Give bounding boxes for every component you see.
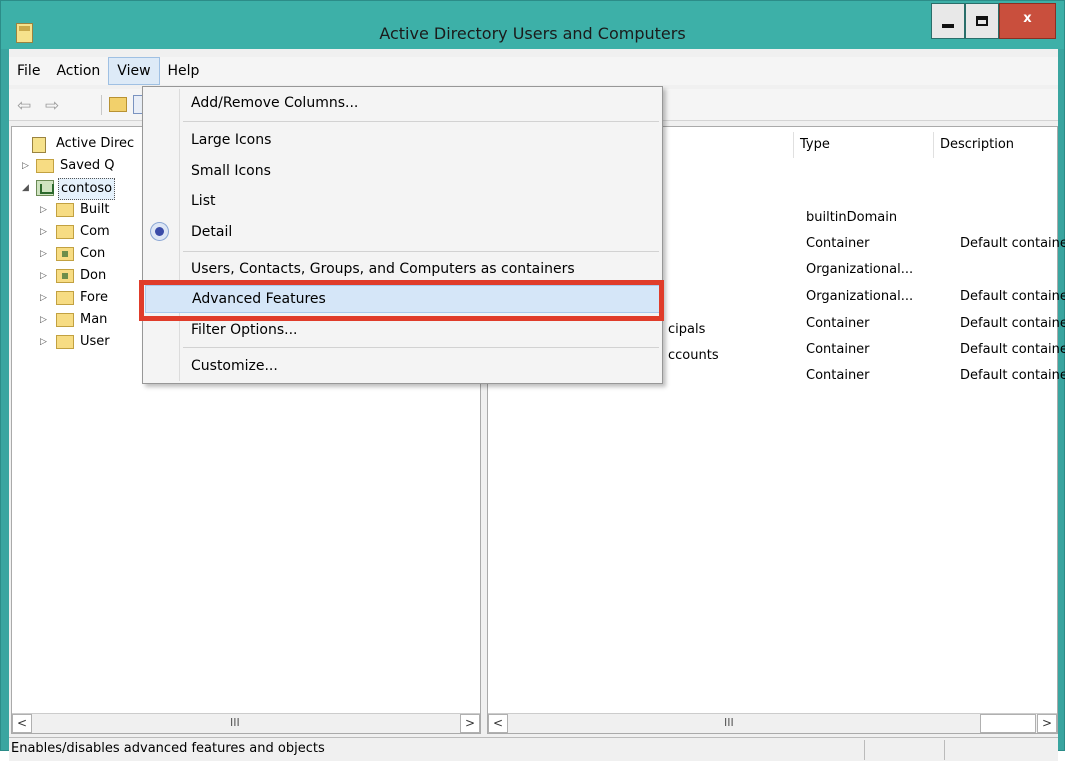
column-header-description[interactable]: Description [933,132,1057,158]
details-horizontal-scrollbar[interactable]: < III > [488,713,1057,733]
tree-root-label: Active Direc [56,136,135,151]
title-bar[interactable]: Active Directory Users and Computers x [1,1,1064,49]
menu-separator [183,121,659,122]
tree-item-label: Com [80,224,110,239]
menu-help[interactable]: Help [160,57,208,85]
status-bar: Enables/disables advanced features and o… [9,737,1058,761]
folder-icon [36,159,54,173]
scroll-right-button[interactable]: > [460,714,480,733]
tree-item-label: Saved Q [60,158,115,173]
row-name: cipals [668,322,706,337]
scrollbar-thumb[interactable] [980,714,1036,733]
row-type: Container [806,236,870,251]
menu-item-large-icons[interactable]: Large Icons [145,126,660,154]
row-description: Default containe [960,368,1065,383]
column-header-type[interactable]: Type [793,132,933,158]
callout-highlight-box [139,280,664,321]
maximize-icon [976,16,988,26]
menu-view[interactable]: View [108,57,160,85]
row-type: Container [806,368,870,383]
expand-icon[interactable]: ▷ [40,199,50,221]
tree-item-label: Built [80,202,110,217]
menu-separator [183,347,659,348]
folder-icon [56,225,74,239]
menu-separator [183,251,659,252]
tree-item-label: Man [80,312,108,327]
minimize-button[interactable] [931,3,965,39]
folder-icon [56,335,74,349]
row-type: builtinDomain [806,210,898,225]
folder-icon [56,203,74,217]
back-arrow-icon[interactable]: ⇦ [17,96,31,116]
close-icon: x [1023,10,1032,26]
folder-icon [56,313,74,327]
scrollbar-grip[interactable]: III [724,716,734,729]
menu-item-detail[interactable]: Detail [145,218,660,246]
row-description: Default containe [960,236,1065,251]
tree-item-label: contoso [58,178,116,200]
expand-icon[interactable]: ▷ [40,221,50,243]
snapin-icon [32,137,46,153]
menu-item-users-as-containers[interactable]: Users, Contacts, Groups, and Computers a… [145,255,660,283]
menu-item-list[interactable]: List [145,187,660,215]
toolbar-separator [101,95,102,115]
scroll-left-button[interactable]: < [488,714,508,733]
menu-item-small-icons[interactable]: Small Icons [145,157,660,185]
window-title: Active Directory Users and Computers [379,24,686,43]
maximize-button[interactable] [965,3,999,39]
expand-icon[interactable]: ▷ [40,309,50,331]
expand-icon[interactable]: ▷ [40,287,50,309]
row-type: Organizational... [806,289,914,304]
status-divider [864,740,865,760]
domain-icon [36,180,54,196]
row-name: ccounts [668,348,719,363]
expand-icon[interactable]: ▷ [40,331,50,353]
menu-action[interactable]: Action [48,57,108,85]
row-type: Organizational... [806,262,914,277]
forward-arrow-icon[interactable]: ⇨ [45,96,59,116]
tree-item-label: User [80,334,110,349]
close-button[interactable]: x [999,3,1056,39]
view-menu-dropdown: Add/Remove Columns... Large Icons Small … [142,86,663,384]
folder-icon [56,291,74,305]
ou-folder-icon [56,269,74,283]
tree-item-label: Fore [80,290,109,305]
status-divider [944,740,945,760]
menu-item-add-remove-columns[interactable]: Add/Remove Columns... [145,89,660,117]
collapse-icon[interactable]: ◢ [22,177,32,199]
menu-file[interactable]: File [9,57,48,85]
ou-folder-icon [56,247,74,261]
up-folder-icon[interactable] [109,97,127,112]
expand-icon[interactable]: ▷ [40,265,50,287]
row-type: Container [806,316,870,331]
row-description: Default containe [960,289,1065,304]
scrollbar-grip[interactable]: III [230,716,240,729]
tree-item-label: Con [80,246,106,261]
app-window: Active Directory Users and Computers x F… [0,0,1065,761]
tree-horizontal-scrollbar[interactable]: < III > [12,713,480,733]
row-description: Default containe [960,316,1065,331]
status-text: Enables/disables advanced features and o… [11,741,325,756]
menu-item-customize[interactable]: Customize... [145,352,660,380]
minimize-icon [942,24,954,28]
expand-icon[interactable]: ▷ [22,155,32,177]
row-description: Default containe [960,342,1065,357]
menu-bar: File Action View Help [9,57,1058,85]
scroll-left-button[interactable]: < [12,714,32,733]
scroll-right-button[interactable]: > [1037,714,1057,733]
row-type: Container [806,342,870,357]
expand-icon[interactable]: ▷ [40,243,50,265]
tree-item-label: Don [80,268,107,283]
